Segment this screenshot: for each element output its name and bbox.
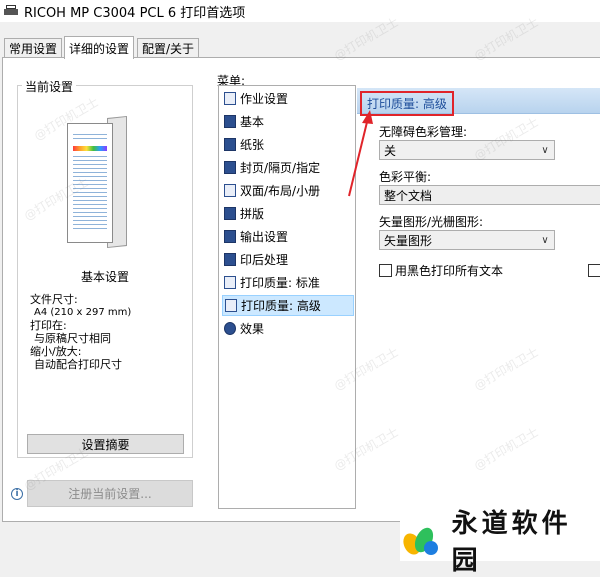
menu-item-print-quality-advanced[interactable]: 打印质量: 高级 (222, 295, 354, 316)
secondary-checkbox[interactable] (588, 264, 600, 277)
brand-text: 永道软件园 (451, 508, 572, 576)
paper-icon (224, 138, 236, 151)
page-icon (224, 115, 236, 128)
settings-summary-button[interactable]: 设置摘要 (27, 434, 184, 454)
menu-item-label: 打印质量: 高级 (241, 299, 321, 313)
menu-list: 作业设置 基本 纸张 封页/隔页/指定 双面/布局/小册 拼版 输出设置 印后处… (218, 85, 356, 509)
chevron-down-icon: ∨ (541, 144, 549, 156)
paper-size-value: A4 (210 x 297 mm) (34, 307, 132, 318)
imposition-icon (224, 207, 236, 220)
document-preview-icon (67, 115, 127, 250)
menu-item-label: 封页/隔页/指定 (240, 161, 321, 175)
color-management-select[interactable]: 关 ∨ (379, 140, 555, 160)
color-management-value: 关 (384, 143, 397, 158)
print-on-value: 与原稿尺寸相同 (34, 332, 111, 345)
brand-logo: 永道软件园 (400, 509, 600, 576)
current-settings-title: 当前设置 (22, 78, 77, 95)
vector-raster-value: 矢量图形 (384, 233, 433, 248)
effects-icon (224, 322, 236, 335)
menu-item-label: 双面/布局/小册 (240, 184, 321, 198)
color-balance-label: 色彩平衡: (379, 170, 432, 184)
print-on-label: 打印在: (30, 319, 67, 332)
duplex-icon (224, 184, 236, 197)
paper-size-label: 文件尺寸: (30, 293, 78, 306)
scale-label: 缩小/放大: (30, 345, 82, 358)
menu-item-job-settings[interactable]: 作业设置 (222, 88, 354, 109)
person-icon (224, 92, 236, 105)
menu-item-label: 效果 (240, 322, 265, 336)
menu-item-output-settings[interactable]: 输出设置 (222, 226, 354, 247)
menu-item-label: 印后处理 (240, 253, 289, 267)
menu-item-basic[interactable]: 基本 (222, 111, 354, 132)
tab-strip: 常用设置 详细的设置 配置/关于 (0, 36, 600, 59)
menu-item-label: 基本 (240, 115, 265, 129)
menu-item-print-quality-standard[interactable]: 打印质量: 标准 (222, 272, 354, 293)
register-current-settings-button[interactable]: 注册当前设置... (27, 480, 193, 507)
menu-item-label: 作业设置 (240, 92, 289, 106)
finishing-icon (224, 253, 236, 266)
menu-item-cover-slip-sheet[interactable]: 封页/隔页/指定 (222, 157, 354, 178)
printer-icon (4, 5, 18, 17)
menu-item-label: 打印质量: 标准 (240, 276, 320, 290)
black-text-label: 用黑色打印所有文本 (395, 264, 504, 278)
menu-item-paper[interactable]: 纸张 (222, 134, 354, 155)
black-text-checkbox-row[interactable]: 用黑色打印所有文本 (379, 262, 503, 279)
info-icon: i (11, 488, 23, 500)
menu-item-finishing[interactable]: 印后处理 (222, 249, 354, 270)
panel-header: 打印质量: 高级 (357, 88, 600, 116)
scale-value: 自动配合打印尺寸 (34, 358, 122, 371)
tab-common-settings[interactable]: 常用设置 (4, 38, 63, 58)
summary-label: 基本设置 (80, 270, 129, 284)
vector-raster-label: 矢量图形/光栅图形: (379, 215, 484, 229)
color-balance-value: 整个文档 (384, 188, 433, 203)
quality-icon (224, 276, 236, 289)
leaf-logo-icon (400, 523, 442, 557)
menu-item-label: 输出设置 (240, 230, 289, 244)
menu-item-duplex-layout-booklet[interactable]: 双面/布局/小册 (222, 180, 354, 201)
tab-config-about[interactable]: 配置/关于 (137, 38, 200, 58)
menu-item-label: 拼版 (240, 207, 265, 221)
color-balance-select[interactable]: 整个文档 (379, 185, 600, 205)
black-text-checkbox[interactable] (379, 264, 392, 277)
cover-page-icon (224, 161, 236, 174)
vector-raster-select[interactable]: 矢量图形 ∨ (379, 230, 555, 250)
output-icon (224, 230, 236, 243)
panel-title: 打印质量: 高级 (360, 91, 454, 116)
menu-item-label: 纸张 (240, 138, 265, 152)
quality-advanced-icon (225, 299, 237, 312)
menu-item-effects[interactable]: 效果 (222, 318, 354, 339)
chevron-down-icon: ∨ (541, 234, 549, 246)
settings-panel: 打印质量: 高级 无障碍色彩管理: 关 ∨ 色彩平衡: 整个文档 矢量图形/光栅… (357, 86, 600, 509)
window-title: RICOH MP C3004 PCL 6 打印首选项 (24, 5, 246, 21)
color-management-label: 无障碍色彩管理: (379, 125, 468, 139)
menu-item-imposition[interactable]: 拼版 (222, 203, 354, 224)
title-bar: RICOH MP C3004 PCL 6 打印首选项 (0, 0, 600, 22)
tab-detailed-settings[interactable]: 详细的设置 (64, 36, 135, 59)
